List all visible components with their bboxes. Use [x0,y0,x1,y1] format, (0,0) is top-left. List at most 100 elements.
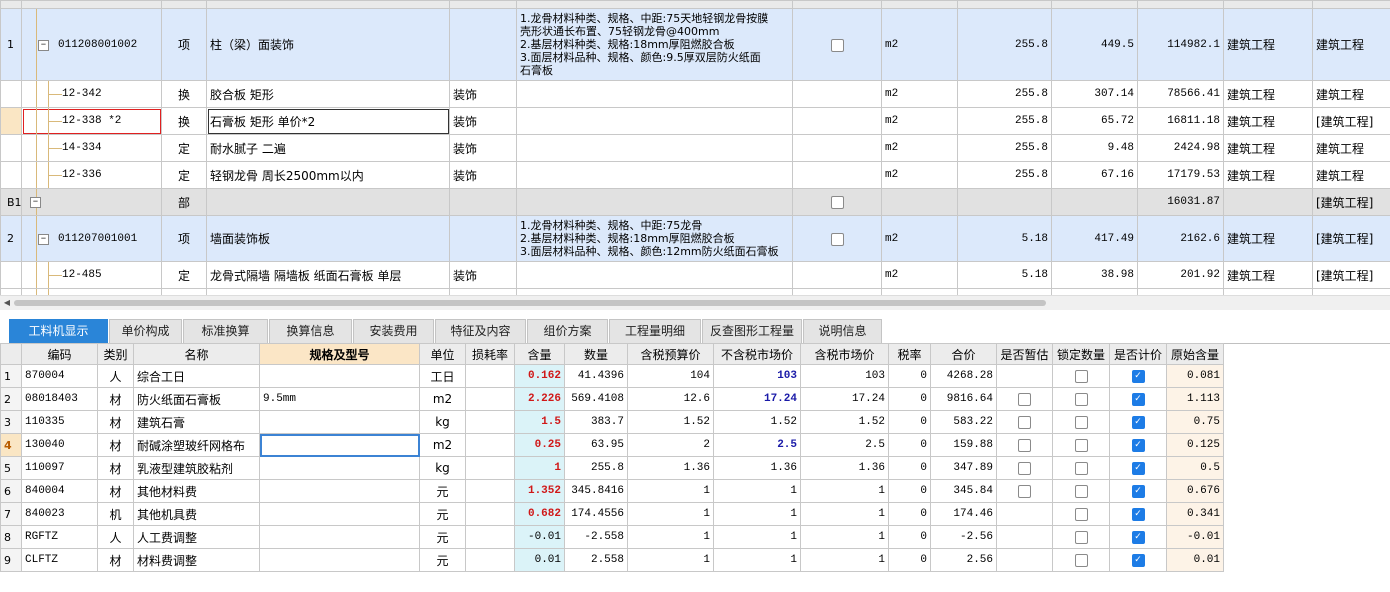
resource-tax-rate[interactable]: 0 [888,387,931,411]
tab-2[interactable]: 单价构成 [109,319,182,343]
column-header[interactable]: 是否暂估 [996,343,1053,365]
temp-estimate-checkbox[interactable] [1018,485,1031,498]
lock-quantity-checkbox[interactable] [1074,508,1088,521]
item-feature-desc[interactable] [516,188,793,216]
row-index[interactable] [0,134,22,162]
item-spec[interactable]: 装饰 [449,80,517,108]
resource-market-price-ex-tax[interactable]: 2.5 [713,433,801,457]
row-index[interactable]: 7 [0,502,22,526]
lock-quantity-checkbox[interactable] [1074,554,1088,567]
resource-tax-rate[interactable]: 0 [888,364,931,388]
lock-quantity-cell[interactable] [1052,433,1110,457]
temp-estimate-cell[interactable] [996,525,1053,549]
item-code[interactable]: − [21,188,162,216]
column-header[interactable]: 损耗率 [465,343,515,365]
column-header[interactable]: 名称 [133,343,260,365]
priced-cell[interactable]: ✓ [1109,387,1167,411]
priced-checkbox[interactable]: ✓ [1131,531,1145,544]
resource-tax-rate[interactable]: 0 [888,433,931,457]
resource-row[interactable]: 6 840004 材其他材料费元 1.352 345.8416 1 1 1 0 345.84 ✓ 0.… [0,479,1224,503]
item-quantity[interactable] [957,188,1052,216]
priced-cell[interactable]: ✓ [1109,364,1167,388]
column-header[interactable]: 数量 [564,343,628,365]
temp-estimate-cell[interactable] [996,433,1053,457]
priced-checkbox[interactable]: ✓ [1131,462,1145,475]
item-name[interactable]: 石膏板 矩形 单价*2 [206,107,450,135]
item-feature-desc[interactable] [516,134,793,162]
item-spec[interactable]: 装饰 [449,261,517,289]
item-checkbox-cell[interactable] [792,80,882,108]
resource-name[interactable]: 耐碱涂塑玻纤网格布 [133,433,260,457]
column-header[interactable]: 含税预算价 [627,343,714,365]
resource-content[interactable]: 2.226 [514,387,565,411]
resource-loss-rate[interactable] [465,548,515,572]
item-feature-desc[interactable] [516,161,793,189]
subitem-row[interactable]: 12-336 定轻钢龙骨 周长2500mm以内 装饰 m2 255.8 67.16 1717… [0,161,1390,189]
resource-row[interactable]: 8 RGFTZ 人人工费调整元 -0.01 -2.558 1 1 1 0 -2.56 ✓ -0.01 [0,525,1224,549]
row-index[interactable]: 2 [0,387,22,411]
lock-quantity-cell[interactable] [1052,548,1110,572]
item-name[interactable]: 柱（梁）面装饰 [206,8,450,81]
resource-market-price-inc-tax[interactable]: 1 [800,525,889,549]
item-category-2[interactable]: [建筑工程] [1312,261,1390,289]
column-header[interactable]: 锁定数量 [1052,343,1110,365]
lock-quantity-cell[interactable] [1052,364,1110,388]
resource-market-price-ex-tax[interactable]: 1 [713,525,801,549]
item-category-2[interactable]: 建筑工程 [1312,8,1390,81]
tab-8[interactable]: 工程量明细 [609,319,701,343]
resource-loss-rate[interactable] [465,525,515,549]
temp-estimate-checkbox[interactable] [1018,416,1031,429]
row-index[interactable] [0,107,22,135]
resource-tax-rate[interactable]: 0 [888,456,931,480]
item-checkbox-cell[interactable] [792,188,882,216]
lock-quantity-checkbox[interactable] [1074,462,1088,475]
item-category[interactable]: 建筑工程 [1223,8,1313,81]
resource-loss-rate[interactable] [465,479,515,503]
priced-cell[interactable]: ✓ [1109,456,1167,480]
resource-code[interactable]: CLFTZ [21,548,98,572]
row-index[interactable]: 5 [0,456,22,480]
item-name[interactable]: 胶合板 矩形 [206,80,450,108]
resource-market-price-ex-tax[interactable]: 1.36 [713,456,801,480]
tab-7[interactable]: 组价方案 [527,319,608,343]
resource-code[interactable]: 110097 [21,456,98,480]
item-spec[interactable]: 装饰 [449,107,517,135]
resource-loss-rate[interactable] [465,364,515,388]
resource-content[interactable]: 1.352 [514,479,565,503]
resource-tax-rate[interactable]: 0 [888,502,931,526]
item-category[interactable]: 建筑工程 [1223,107,1313,135]
resource-name[interactable]: 其他机具费 [133,502,260,526]
item-code[interactable]: 12-338 *2 [21,107,162,135]
subitem-row[interactable]: 12-342 换胶合板 矩形 装饰 m2 255.8 307.14 78566.41 建筑工程… [0,80,1390,108]
resource-content[interactable]: 1 [514,456,565,480]
item-category[interactable]: 建筑工程 [1223,261,1313,289]
row-index[interactable]: 1 [0,8,22,81]
item-spec[interactable] [449,188,517,216]
resource-market-price-inc-tax[interactable]: 103 [800,364,889,388]
lock-quantity-checkbox[interactable] [1074,393,1088,406]
resource-content[interactable]: 0.25 [514,433,565,457]
temp-estimate-checkbox[interactable] [1018,439,1031,452]
resource-name[interactable]: 其他材料费 [133,479,260,503]
item-quantity[interactable]: 255.8 [957,161,1052,189]
item-category[interactable]: 建筑工程 [1223,215,1313,262]
column-header[interactable]: 原始含量 [1166,343,1224,365]
tab-9[interactable]: 反查图形工程量 [702,319,802,343]
resource-name[interactable]: 综合工日 [133,364,260,388]
resource-code[interactable]: RGFTZ [21,525,98,549]
resource-loss-rate[interactable] [465,502,515,526]
resource-spec[interactable] [259,479,420,503]
row-index[interactable] [0,80,22,108]
resource-name[interactable]: 防火纸面石膏板 [133,387,260,411]
row-index[interactable] [0,161,22,189]
temp-estimate-cell[interactable] [996,479,1053,503]
column-header[interactable]: 类别 [97,343,134,365]
item-category[interactable]: 建筑工程 [1223,134,1313,162]
resource-name[interactable]: 建筑石膏 [133,410,260,434]
item-name[interactable] [206,188,450,216]
lock-quantity-cell[interactable] [1052,525,1110,549]
item-quantity[interactable]: 255.8 [957,80,1052,108]
resource-spec[interactable] [259,433,420,457]
priced-checkbox[interactable]: ✓ [1131,393,1145,406]
item-checkbox-cell[interactable] [792,107,882,135]
